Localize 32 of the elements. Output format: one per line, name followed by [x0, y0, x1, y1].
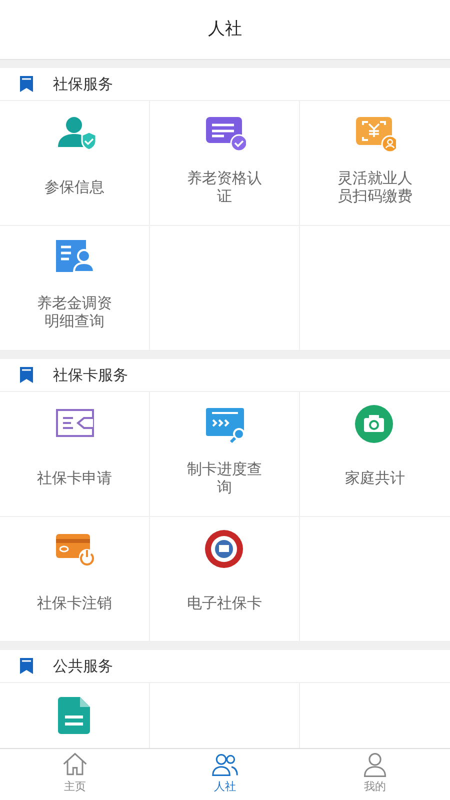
service-label: 电子社保卡: [186, 593, 263, 614]
round-seal-icon: [204, 529, 246, 571]
service-tile[interactable]: 养老资格认证: [150, 101, 300, 226]
service-tile[interactable]: 灵活就业人员扫码缴费: [300, 101, 450, 226]
tab-item[interactable]: 主页: [0, 749, 150, 800]
service-label: 养老金调资明细查询: [36, 293, 113, 332]
service-label: 社保卡注销: [36, 593, 113, 614]
service-label: 家庭共计: [344, 468, 406, 489]
service-tile[interactable]: 家庭共计: [300, 392, 450, 517]
service-tile[interactable]: 养老金调资明细查询: [0, 226, 150, 351]
people-icon: [211, 751, 239, 779]
bookmark-icon: [20, 658, 33, 674]
bookmark-icon: [20, 76, 33, 92]
service-label: 参保信息: [44, 177, 106, 198]
page-title: 人社: [208, 18, 242, 41]
section-title: 公共服务: [53, 656, 113, 677]
camera-icon: [354, 404, 396, 446]
service-label: 制卡进度查询: [186, 459, 263, 498]
tab-item[interactable]: 人社: [150, 749, 300, 800]
bookmark-icon: [20, 367, 33, 383]
service-tile[interactable]: 参保信息: [0, 101, 150, 226]
service-label: 灵活就业人员扫码缴费: [336, 168, 414, 207]
person-icon: [361, 751, 389, 779]
section-title: 社保服务: [53, 74, 113, 95]
service-tile[interactable]: 社保卡申请: [0, 392, 150, 517]
service-tile[interactable]: 制卡进度查询: [150, 392, 300, 517]
service-tile[interactable]: 社保卡注销: [0, 517, 150, 642]
tab-item[interactable]: 我的: [300, 749, 450, 800]
section-title: 社保卡服务: [53, 364, 128, 386]
service-label: 养老资格认证: [186, 168, 263, 207]
service-label: 社保卡申请: [36, 468, 113, 489]
service-tile[interactable]: 电子社保卡: [150, 517, 300, 642]
